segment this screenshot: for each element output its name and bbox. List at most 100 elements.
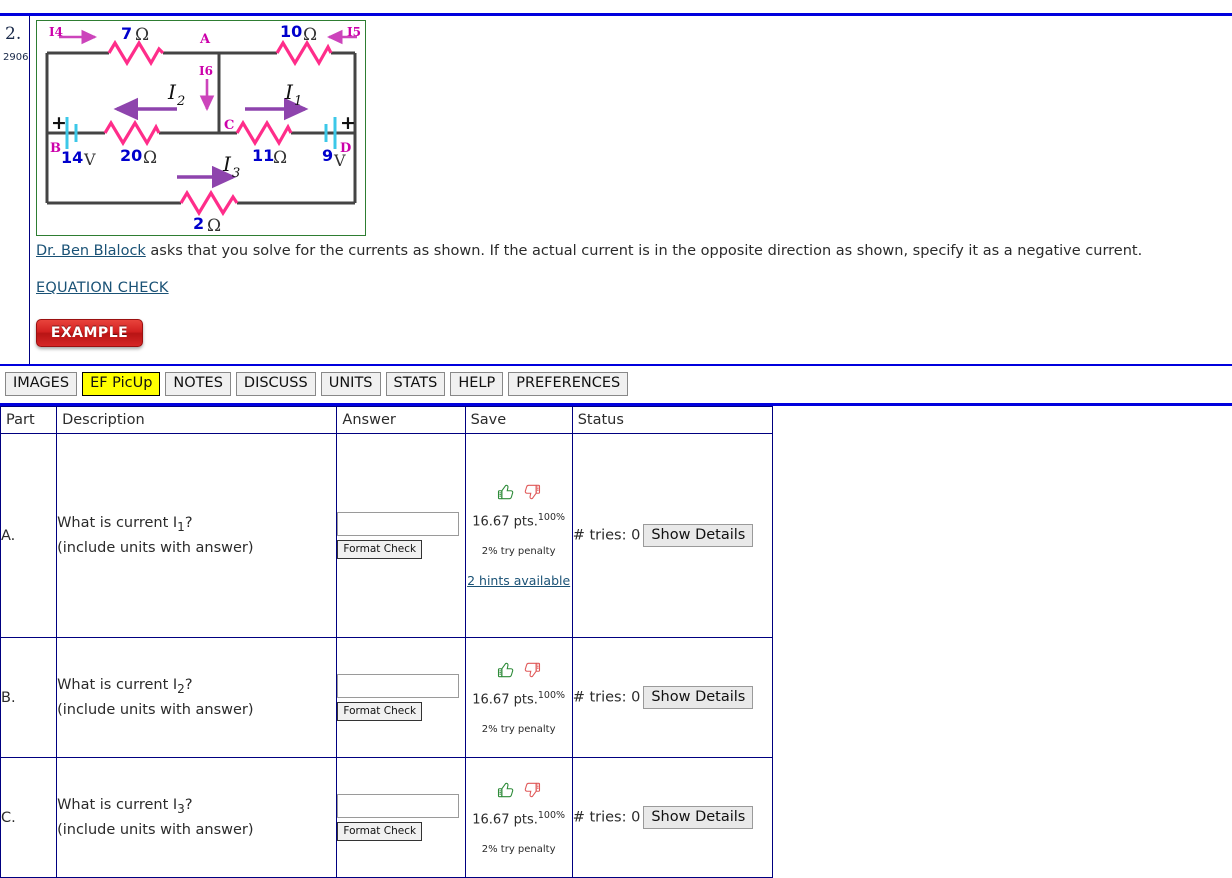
status-cell: # tries: 0 Show Details <box>571 433 774 638</box>
answer-input[interactable] <box>337 794 460 818</box>
svg-text:+: + <box>340 112 356 134</box>
thumbs-up-icon[interactable] <box>496 482 516 506</box>
svg-text:2: 2 <box>176 94 185 109</box>
header-save: Save <box>464 406 573 434</box>
points-value: 16.67 pts. <box>472 692 538 708</box>
table-header-row: Part Description Answer Save Status <box>0 406 774 434</box>
svg-text:I4: I4 <box>49 25 63 39</box>
question-prefix: What is current I <box>57 676 178 693</box>
toolbar-button-ef-picup[interactable]: EF PicUp <box>82 372 161 396</box>
svg-text:Ω: Ω <box>207 216 221 235</box>
question-suffix: ? <box>184 796 193 813</box>
table-row: A. What is current I1? (include units with… <box>0 433 774 638</box>
circuit-diagram: + + B C D A 7 Ω 10 Ω 20 Ω 11 Ω 2 Ω 14 V … <box>36 20 366 236</box>
question-prefix: What is current I <box>57 514 178 531</box>
header-status: Status <box>571 406 774 434</box>
thumbs-up-icon[interactable] <box>496 660 516 684</box>
answer-cell: Format Check <box>336 433 466 638</box>
thumbs-up-icon[interactable] <box>496 780 516 804</box>
points-label: 16.67 pts.100% <box>466 512 572 529</box>
save-cell: 16.67 pts.100% 2% try penalty <box>464 637 573 758</box>
toolbar-button-images[interactable]: IMAGES <box>5 372 78 396</box>
tries-count: # tries: 0 <box>572 689 641 706</box>
try-penalty-label: 2% try penalty <box>481 843 556 855</box>
try-penalty-label: 2% try penalty <box>481 723 556 735</box>
instructor-link[interactable]: Dr. Ben Blalock <box>36 243 146 259</box>
svg-text:9: 9 <box>322 146 333 165</box>
header-description: Description <box>56 406 338 434</box>
question-subscript: 2 <box>177 681 185 696</box>
question-note: (include units with answer) <box>57 822 254 839</box>
status-cell: # tries: 0 Show Details <box>571 637 774 758</box>
format-check-button[interactable]: Format Check <box>337 822 423 841</box>
parts-table-body: A. What is current I1? (include units with… <box>0 433 774 878</box>
thumbs-down-icon[interactable] <box>522 482 542 506</box>
answer-input[interactable] <box>337 674 460 698</box>
points-value: 16.67 pts. <box>472 812 538 828</box>
points-percent: 100% <box>537 810 566 822</box>
svg-text:I: I <box>284 80 294 104</box>
header-answer: Answer <box>336 406 466 434</box>
svg-text:I: I <box>167 80 177 104</box>
answer-input[interactable] <box>337 512 460 536</box>
question-text: What is current I3? <box>57 794 336 820</box>
equation-check-link[interactable]: EQUATION CHECK <box>36 280 169 296</box>
example-button[interactable]: EXAMPLE <box>36 319 143 347</box>
table-row: B. What is current I2? (include units with… <box>0 637 774 758</box>
svg-text:20: 20 <box>120 146 142 165</box>
hints-link[interactable]: 2 hints available <box>467 573 570 588</box>
problem-id: 2906 <box>3 52 29 63</box>
thumbs-down-icon[interactable] <box>522 660 542 684</box>
problem-block: 2. 2906 + + B C D A 7 Ω 10 Ω 20 Ω 11 Ω 2… <box>0 16 1232 364</box>
svg-text:3: 3 <box>232 166 240 181</box>
part-letter: A. <box>1 527 16 544</box>
toolbar-button-discuss[interactable]: DISCUSS <box>235 372 316 396</box>
svg-text:Ω: Ω <box>143 148 157 168</box>
problem-number-column: 2. 2906 <box>0 16 30 364</box>
toolbar-button-preferences[interactable]: PREFERENCES <box>508 372 629 396</box>
question-subscript: 3 <box>177 801 185 816</box>
toolbar-button-help[interactable]: HELP <box>450 372 504 396</box>
question-subscript: 1 <box>177 519 185 534</box>
svg-text:7: 7 <box>121 24 132 43</box>
svg-text:10: 10 <box>280 22 302 41</box>
format-check-button[interactable]: Format Check <box>337 702 423 721</box>
thumbs-down-icon[interactable] <box>522 780 542 804</box>
format-check-button[interactable]: Format Check <box>337 540 423 559</box>
answer-cell: Format Check <box>336 757 466 878</box>
question-prefix: What is current I <box>57 796 178 813</box>
show-details-button[interactable]: Show Details <box>643 524 754 547</box>
problem-prose: Dr. Ben Blalock asks that you solve for … <box>36 243 1226 259</box>
toolbar-button-stats[interactable]: STATS <box>385 372 446 396</box>
points-percent: 100% <box>537 690 566 702</box>
show-details-button[interactable]: Show Details <box>643 686 754 709</box>
question-text: What is current I1? <box>57 512 336 538</box>
description-cell: What is current I3? (include units with a… <box>56 757 338 878</box>
svg-text:Ω: Ω <box>135 25 149 45</box>
svg-text:I: I <box>222 152 232 176</box>
svg-text:Ω: Ω <box>273 148 287 168</box>
description-cell: What is current I1? (include units with a… <box>56 433 338 638</box>
show-details-button[interactable]: Show Details <box>643 806 754 829</box>
answer-cell: Format Check <box>336 637 466 758</box>
part-letter-cell: B. <box>0 637 58 758</box>
part-letter-cell: A. <box>0 433 58 638</box>
svg-text:11: 11 <box>252 146 274 165</box>
svg-text:2: 2 <box>193 214 204 233</box>
header-part: Part <box>0 406 58 434</box>
try-penalty-label: 2% try penalty <box>481 545 556 557</box>
problem-number: 2. <box>5 24 22 44</box>
points-percent: 100% <box>537 512 566 524</box>
parts-table: Part Description Answer Save Status A. Wh… <box>0 406 774 878</box>
part-letter: B. <box>1 689 16 706</box>
save-cell: 16.67 pts.100% 2% try penalty <box>464 757 573 878</box>
svg-text:V: V <box>333 151 346 170</box>
toolbar-top-divider <box>0 364 1232 366</box>
part-letter-cell: C. <box>0 757 58 878</box>
points-label: 16.67 pts.100% <box>466 810 572 827</box>
description-cell: What is current I2? (include units with a… <box>56 637 338 758</box>
svg-text:Ω: Ω <box>303 25 317 45</box>
toolbar-button-notes[interactable]: NOTES <box>165 372 231 396</box>
save-thumbs <box>466 780 572 804</box>
toolbar-button-units[interactable]: UNITS <box>320 372 381 396</box>
